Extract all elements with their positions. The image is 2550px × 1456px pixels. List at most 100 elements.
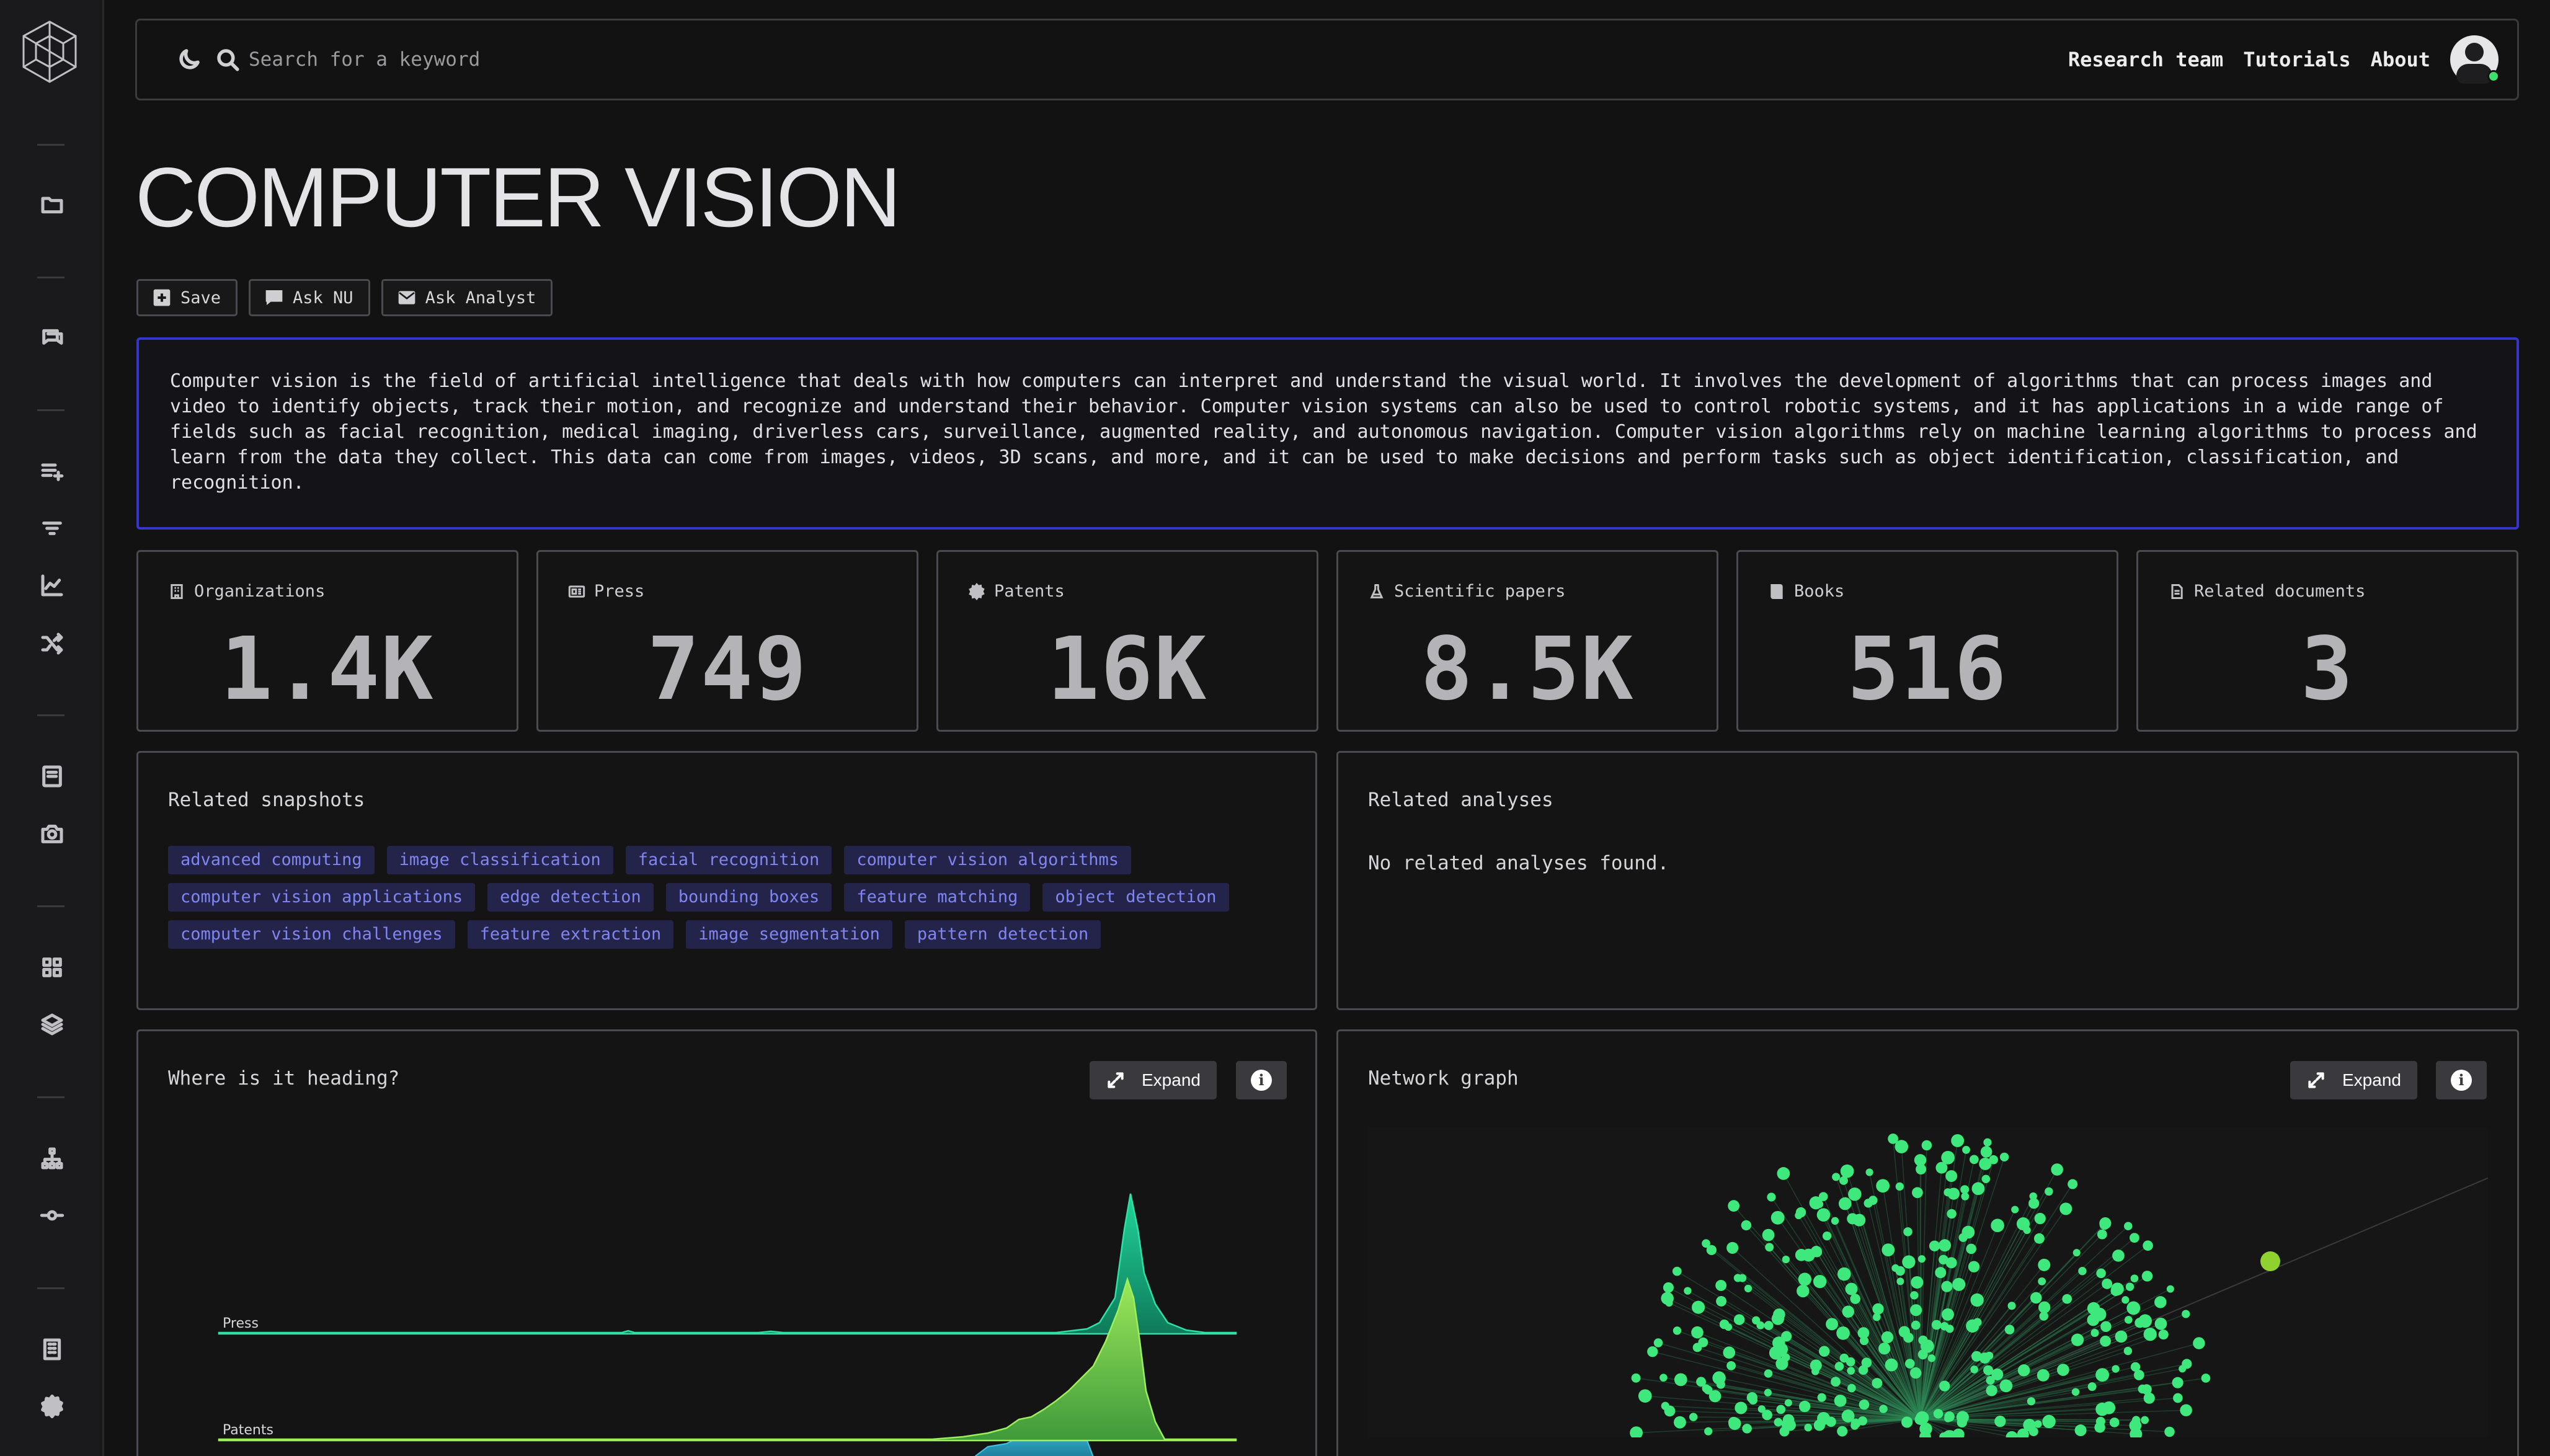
save-button[interactable]: Save	[136, 279, 238, 316]
graph-node	[2087, 1302, 2100, 1315]
stat-card-press[interactable]: Press 749	[536, 550, 918, 732]
graph-node	[1903, 1227, 1912, 1236]
stat-card-organizations[interactable]: Organizations 1.4K	[136, 550, 518, 732]
sidebar-item-grid[interactable]	[33, 949, 71, 986]
graph-node	[1630, 1426, 1643, 1437]
logo-icon[interactable]	[19, 19, 81, 87]
stat-card-papers[interactable]: Scientific papers 8.5K	[1336, 550, 1718, 732]
expand-button[interactable]: Expand	[2290, 1061, 2417, 1099]
stat-card-patents[interactable]: Patents 16K	[936, 550, 1318, 732]
graph-node	[1872, 1303, 1884, 1315]
ask-analyst-button[interactable]: Ask Analyst	[381, 279, 553, 316]
graph-node	[2017, 1364, 2030, 1377]
sidebar-item-folder[interactable]	[33, 186, 71, 223]
nav-tutorials[interactable]: Tutorials	[2243, 48, 2350, 71]
stat-card-documents[interactable]: Related documents 3	[2136, 550, 2518, 732]
layers-icon	[41, 1013, 63, 1036]
graph-node	[1728, 1416, 1739, 1428]
graph-node	[1918, 1335, 1928, 1345]
graph-node	[2037, 1369, 2050, 1382]
stat-label: Patents	[994, 582, 1065, 601]
avatar[interactable]	[2450, 35, 2500, 84]
tag-chip[interactable]: computer vision applications	[168, 883, 476, 912]
graph-node	[2034, 1212, 2046, 1225]
graph-node	[2173, 1393, 2183, 1403]
graph-node	[1910, 1291, 1919, 1300]
action-bar: Save Ask NU Ask Analyst	[136, 279, 553, 316]
graph-node	[2172, 1377, 2183, 1388]
sidebar-item-shuffle[interactable]	[33, 625, 71, 662]
online-status-dot	[2487, 70, 2500, 82]
expand-icon	[2308, 1072, 2324, 1088]
tag-chip[interactable]: bounding boxes	[665, 883, 832, 912]
graph-node	[1941, 1281, 1953, 1292]
graph-node	[1798, 1400, 1811, 1413]
sidebar-item-notes[interactable]	[33, 758, 71, 795]
tag-chip[interactable]: computer vision algorithms	[844, 846, 1131, 874]
ask-nu-button[interactable]: Ask NU	[249, 279, 370, 316]
info-button[interactable]: i	[2436, 1061, 2487, 1099]
sidebar-item-chat[interactable]	[33, 319, 71, 357]
graph-node	[2038, 1277, 2046, 1285]
nav-about[interactable]: About	[2371, 48, 2430, 71]
graph-node	[2095, 1402, 2109, 1416]
tag-chip[interactable]: feature matching	[844, 883, 1031, 912]
nav-research-team[interactable]: Research team	[2068, 48, 2223, 71]
sidebar-item-add-list[interactable]	[33, 453, 71, 490]
graph-node	[1735, 1401, 1748, 1414]
graph-node	[1945, 1170, 1958, 1183]
top-nav: Research team Tutorials About	[2068, 35, 2500, 84]
sidebar-item-snapshots[interactable]	[33, 815, 71, 852]
graph-node	[2096, 1268, 2106, 1279]
tag-chip[interactable]: image segmentation	[686, 920, 892, 949]
sidebar-item-filter[interactable]	[33, 510, 71, 547]
network-graph-canvas[interactable]	[1368, 1127, 2488, 1437]
graph-node	[1994, 1415, 2006, 1427]
graph-node	[1764, 1321, 1774, 1330]
graph-node	[2129, 1233, 2139, 1243]
tag-chip[interactable]: pattern detection	[904, 920, 1101, 949]
line-chart-icon	[41, 574, 63, 597]
tag-chip[interactable]: computer vision challenges	[168, 920, 455, 949]
graph-node	[1910, 1304, 1922, 1316]
graph-node	[1842, 1305, 1855, 1318]
stat-card-books[interactable]: Books 516	[1736, 550, 2118, 732]
graph-node	[1834, 1362, 1844, 1371]
graph-node	[1784, 1399, 1792, 1407]
graph-node	[1810, 1246, 1822, 1258]
building-icon	[171, 584, 183, 599]
sidebar-item-trends[interactable]	[33, 567, 71, 604]
sidebar-item-hierarchy[interactable]	[33, 1140, 71, 1177]
graph-node	[1837, 1426, 1848, 1437]
graph-node	[1952, 1428, 1965, 1437]
graph-node	[2111, 1282, 2124, 1296]
chat-icon	[42, 329, 63, 345]
tag-chip[interactable]: object detection	[1042, 883, 1229, 912]
graph-node	[2100, 1335, 2112, 1347]
tag-chip[interactable]: facial recognition	[625, 846, 832, 874]
graph-node	[2042, 1414, 2056, 1429]
stat-label: Related documents	[2194, 582, 2366, 601]
search-input[interactable]	[249, 48, 1365, 71]
graph-node	[1878, 1343, 1891, 1355]
empty-message: No related analyses found.	[1368, 852, 1669, 874]
tag-chip[interactable]: edge detection	[487, 883, 654, 912]
graph-node	[1939, 1239, 1952, 1252]
sidebar-item-patents[interactable]	[33, 1388, 71, 1425]
graph-node	[2141, 1271, 2153, 1282]
dark-mode-toggle[interactable]	[174, 45, 204, 74]
press-series-label: Press	[223, 1316, 259, 1331]
tag-chip[interactable]: advanced computing	[168, 846, 375, 874]
graph-node	[1724, 1323, 1733, 1331]
sidebar-item-layers[interactable]	[33, 1006, 71, 1043]
tag-chip[interactable]: image classification	[386, 846, 613, 874]
graph-node	[1931, 1320, 1942, 1330]
graph-node	[1961, 1225, 1975, 1239]
sidebar-item-commit[interactable]	[33, 1197, 71, 1234]
graph-node	[1831, 1217, 1839, 1225]
graph-node	[2071, 1333, 2084, 1346]
tag-chip[interactable]: feature extraction	[467, 920, 674, 949]
sidebar-item-organizations[interactable]	[33, 1331, 71, 1368]
plus-square-icon	[153, 289, 171, 306]
graph-node	[1770, 1210, 1785, 1225]
